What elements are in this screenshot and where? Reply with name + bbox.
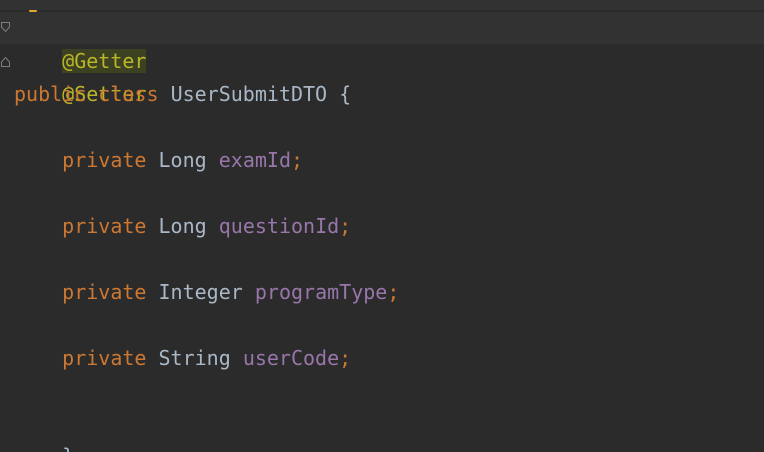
keyword-private: private [62,214,147,238]
code-line-field-usercode: private String userCode; [14,342,351,375]
code-line-field-examid: private Long examId; [14,144,303,177]
code-editor[interactable]: @Getter @Setter public class UserSubmitD… [0,0,764,452]
code-line-1: @Getter [14,12,147,73]
semicolon: ; [339,214,352,238]
field-name: questionId [218,214,340,238]
code-line-3: public class UserSubmitDTO { [14,78,351,111]
semicolon: ; [339,346,352,370]
editor-top-strip [0,0,764,10]
code-line-close: } [14,407,74,452]
keyword-private: private [62,280,147,304]
keyword-public: public [14,82,87,106]
code-line-field-programtype: private Integer programType; [14,276,399,309]
field-type: String [158,346,231,370]
semicolon: ; [387,280,400,304]
keyword-private: private [62,346,147,370]
code-line-2: @Setter [14,45,146,106]
semicolon: ; [290,148,304,172]
lightbulb-icon[interactable] [26,0,40,18]
keyword-private: private [62,148,147,172]
field-name: examId [218,148,291,172]
field-type: Long [158,214,207,238]
code-line-field-questionid: private Long questionId; [14,210,351,243]
field-name: userCode [242,346,340,370]
class-name: UserSubmitDTO [170,82,328,106]
field-type: Integer [158,280,243,304]
field-type: Long [158,148,207,172]
fold-marker-icon[interactable] [1,22,10,32]
field-name: programType [254,280,388,304]
close-brace: } [62,444,74,452]
fold-marker-icon[interactable] [1,57,10,67]
open-brace: { [339,82,352,106]
keyword-class: class [98,82,159,106]
